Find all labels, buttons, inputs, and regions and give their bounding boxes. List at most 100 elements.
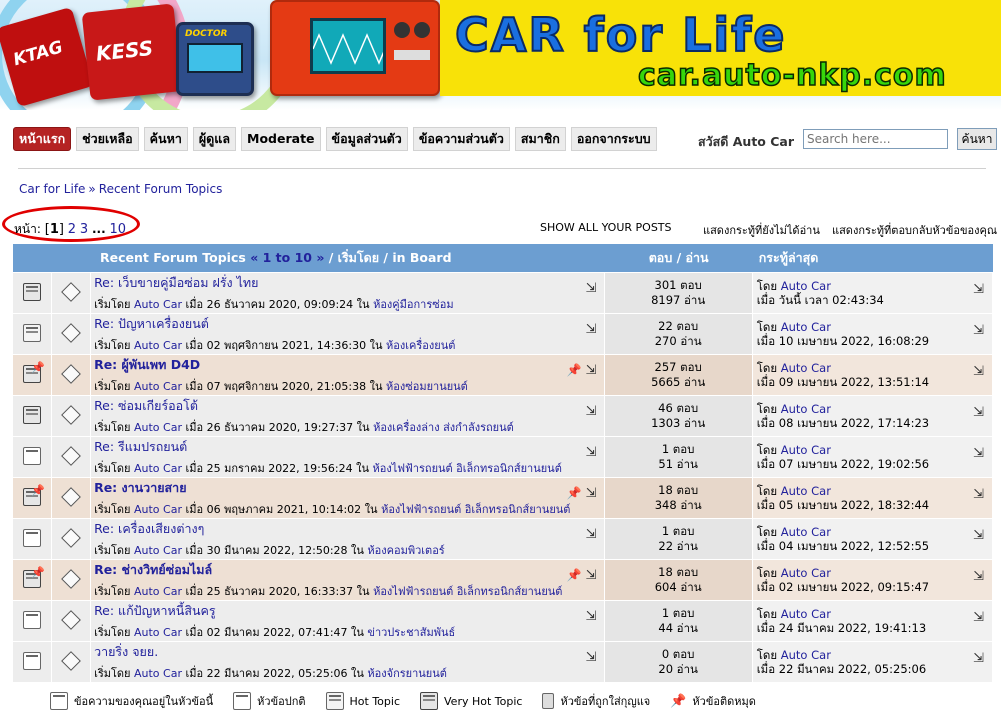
pin-icon: 📌 [566,363,582,377]
nav-logout[interactable]: ออกจากระบบ [570,127,657,151]
last-post-author-link[interactable]: Auto Car [781,566,831,580]
topic-meta: เริ่มโดย Auto Car เมื่อ 25 ธันวาคม 2020,… [94,585,563,598]
topic-author-link[interactable]: Auto Car [134,421,182,434]
search-input[interactable] [803,129,948,149]
topic-title-link[interactable]: Re: แก้ปัญหาหนี้สินครู [94,603,216,618]
last-post-author-link[interactable]: Auto Car [781,279,831,293]
topic-board-link[interactable]: ห้องซ่อมยานยนต์ [386,380,468,393]
topic-board-link[interactable]: ห้องเครื่องยนต์ [386,339,455,352]
nav-home[interactable]: หน้าแรก [13,127,72,151]
recent-topics-table: Recent Forum Topics « 1 to 10 » / เริ่มโ… [13,243,993,683]
banner-url: car.auto-nkp.com [637,57,947,94]
topic-meta: เริ่มโดย Auto Car เมื่อ 07 พฤศจิกายน 202… [94,380,468,393]
topic-status-cell: 📌 [13,560,53,600]
pin-icon: 📌 [31,483,46,497]
go-to-new-post-icon[interactable]: ⇲ [586,404,597,419]
go-to-new-post-icon[interactable]: ⇲ [586,486,597,501]
topic-title-link[interactable]: วายริ่ง จยย. [94,644,158,659]
topic-title-link[interactable]: Re: ปัญหาเครื่องยนต์ [94,316,209,331]
last-post-author-link[interactable]: Auto Car [781,443,831,457]
topic-cell: Re: งานวายสาย เริ่มโดย Auto Car เมื่อ 06 … [91,478,605,518]
your-post-topic-icon [50,692,68,710]
replies-to-your-topics-link[interactable]: แสดงกระทู้ที่ตอบกลับหัวข้อของคุณ [832,221,997,239]
topic-author-link[interactable]: Auto Car [134,626,182,639]
last-post-date: 02 เมษายน 2022, 09:15:47 [778,580,930,594]
topic-board-link[interactable]: ห้องไฟฟ้ารถยนต์ อิเล็กทรอนิกส์ยานยนต์ [381,503,570,516]
banner-title-panel: CAR for Life car.auto-nkp.com [440,0,1001,96]
topic-date: 02 พฤศจิกายน 2021, 14:36:30 [206,339,367,352]
topic-cell: Re: รีแมปรถยนต์ เริ่มโดย Auto Car เมื่อ 2… [91,437,605,477]
go-to-new-post-icon[interactable]: ⇲ [586,650,597,665]
topic-author-link[interactable]: Auto Car [134,585,182,598]
go-to-new-post-icon[interactable]: ⇲ [586,568,597,583]
topic-author-link[interactable]: Auto Car [134,380,182,393]
go-to-new-post-icon[interactable]: ⇲ [586,363,597,378]
counts-cell: 1 ตอบ 44 อ่าน [604,601,753,641]
last-post-author-link[interactable]: Auto Car [781,525,831,539]
go-to-new-post-icon[interactable]: ⇲ [586,281,597,296]
nav-search[interactable]: ค้นหา [143,127,188,151]
topic-author-link[interactable]: Auto Car [134,544,182,557]
go-to-last-post-icon[interactable]: ⇲ [973,611,984,625]
go-to-last-post-icon[interactable]: ⇲ [973,283,984,297]
topic-author-link[interactable]: Auto Car [134,339,182,352]
go-to-new-post-icon[interactable]: ⇲ [586,322,597,337]
go-to-last-post-icon[interactable]: ⇲ [973,365,984,379]
nav-members[interactable]: สมาชิก [514,127,566,151]
nav-messages[interactable]: ข้อความส่วนตัว [412,127,510,151]
pagination-page-last[interactable]: 10 [110,222,127,237]
go-to-last-post-icon[interactable]: ⇲ [973,406,984,420]
topic-title-link[interactable]: Re: งานวายสาย [94,480,186,495]
topic-author-link[interactable]: Auto Car [134,298,182,311]
topic-date: 02 มีนาคม 2022, 07:41:47 [206,626,348,639]
last-post-author-link[interactable]: Auto Car [781,484,831,498]
topic-author-link[interactable]: Auto Car [134,462,182,475]
go-to-last-post-icon[interactable]: ⇲ [973,652,984,666]
go-to-last-post-icon[interactable]: ⇲ [973,529,984,543]
topic-board-link[interactable]: ห้องคู่มือการซ่อม [373,298,454,311]
topic-title-link[interactable]: Re: ซ่อมเกียร์ออโต้ [94,398,198,413]
reply-count: 18 ตอบ [658,565,699,579]
view-count: 8197 อ่าน [651,293,706,307]
topic-author-link[interactable]: Auto Car [134,667,182,680]
pagination-page-3[interactable]: 3 [80,222,88,237]
nav-moderate[interactable]: Moderate [241,127,321,151]
topic-board-link[interactable]: ข่าวประชาสัมพันธ์ [367,626,455,639]
go-to-last-post-icon[interactable]: ⇲ [973,570,984,584]
table-row: Re: แก้ปัญหาหนี้สินครู เริ่มโดย Auto Car … [13,601,993,641]
topic-cell: Re: แก้ปัญหาหนี้สินครู เริ่มโดย Auto Car … [91,601,605,641]
topic-board-link[interactable]: ห้องไฟฟ้ารถยนต์ อิเล็กทรอนิกส์ยานยนต์ [372,462,561,475]
last-post-author-link[interactable]: Auto Car [781,320,831,334]
nav-profile[interactable]: ข้อมูลส่วนตัว [325,127,408,151]
unread-topics-link[interactable]: แสดงกระทู้ที่ยังไม่ได้อ่าน [703,221,820,239]
search-button[interactable]: ค้นหา [957,128,997,150]
go-to-new-post-icon[interactable]: ⇲ [586,609,597,624]
breadcrumb-root-link[interactable]: Car for Life [19,182,85,196]
go-to-last-post-icon[interactable]: ⇲ [973,324,984,338]
last-post-author-link[interactable]: Auto Car [781,402,831,416]
topic-board-link[interactable]: ห้องเครื่องล่าง ส่งกำลังรถยนต์ [373,421,514,434]
topic-board-link[interactable]: ห้องจักรยานยนต์ [367,667,447,680]
go-to-last-post-icon[interactable]: ⇲ [973,488,984,502]
breadcrumb-current-link[interactable]: Recent Forum Topics [99,182,223,196]
topic-author-link[interactable]: Auto Car [134,503,182,516]
topic-title-link[interactable]: Re: เครื่องเสียงต่างๆ [94,521,204,536]
legend: ข้อความของคุณอยู่ในหัวข้อนี้ หัวข้อปกติ … [50,692,776,710]
last-post-author-link[interactable]: Auto Car [781,607,831,621]
nav-admin[interactable]: ผู้ดูแล [192,127,237,151]
topic-title-link[interactable]: Re: ผู้พันเพท D4D [94,357,200,372]
last-post-author-link[interactable]: Auto Car [781,648,831,662]
pagination-page-2[interactable]: 2 [68,222,76,237]
go-to-last-post-icon[interactable]: ⇲ [973,447,984,461]
go-to-new-post-icon[interactable]: ⇲ [586,445,597,460]
go-to-new-post-icon[interactable]: ⇲ [586,527,597,542]
topic-title-link[interactable]: Re: ช่างวิทย์ซ่อมไมล์ [94,562,212,577]
topic-title-link[interactable]: Re: รีแมปรถยนต์ [94,439,187,454]
show-all-posts-link[interactable]: SHOW ALL YOUR POSTS [540,221,672,234]
topic-board-link[interactable]: ห้องคอมพิวเตอร์ [367,544,444,557]
topic-status-cell: 📌 [13,478,53,518]
topic-title-link[interactable]: Re: เว็บขายคู่มือซ่อม ฝรั่ง ไทย [94,275,258,290]
topic-board-link[interactable]: ห้องไฟฟ้ารถยนต์ อิเล็กทรอนิกส์ยานยนต์ [373,585,562,598]
last-post-author-link[interactable]: Auto Car [781,361,831,375]
nav-help[interactable]: ช่วยเหลือ [76,127,139,151]
